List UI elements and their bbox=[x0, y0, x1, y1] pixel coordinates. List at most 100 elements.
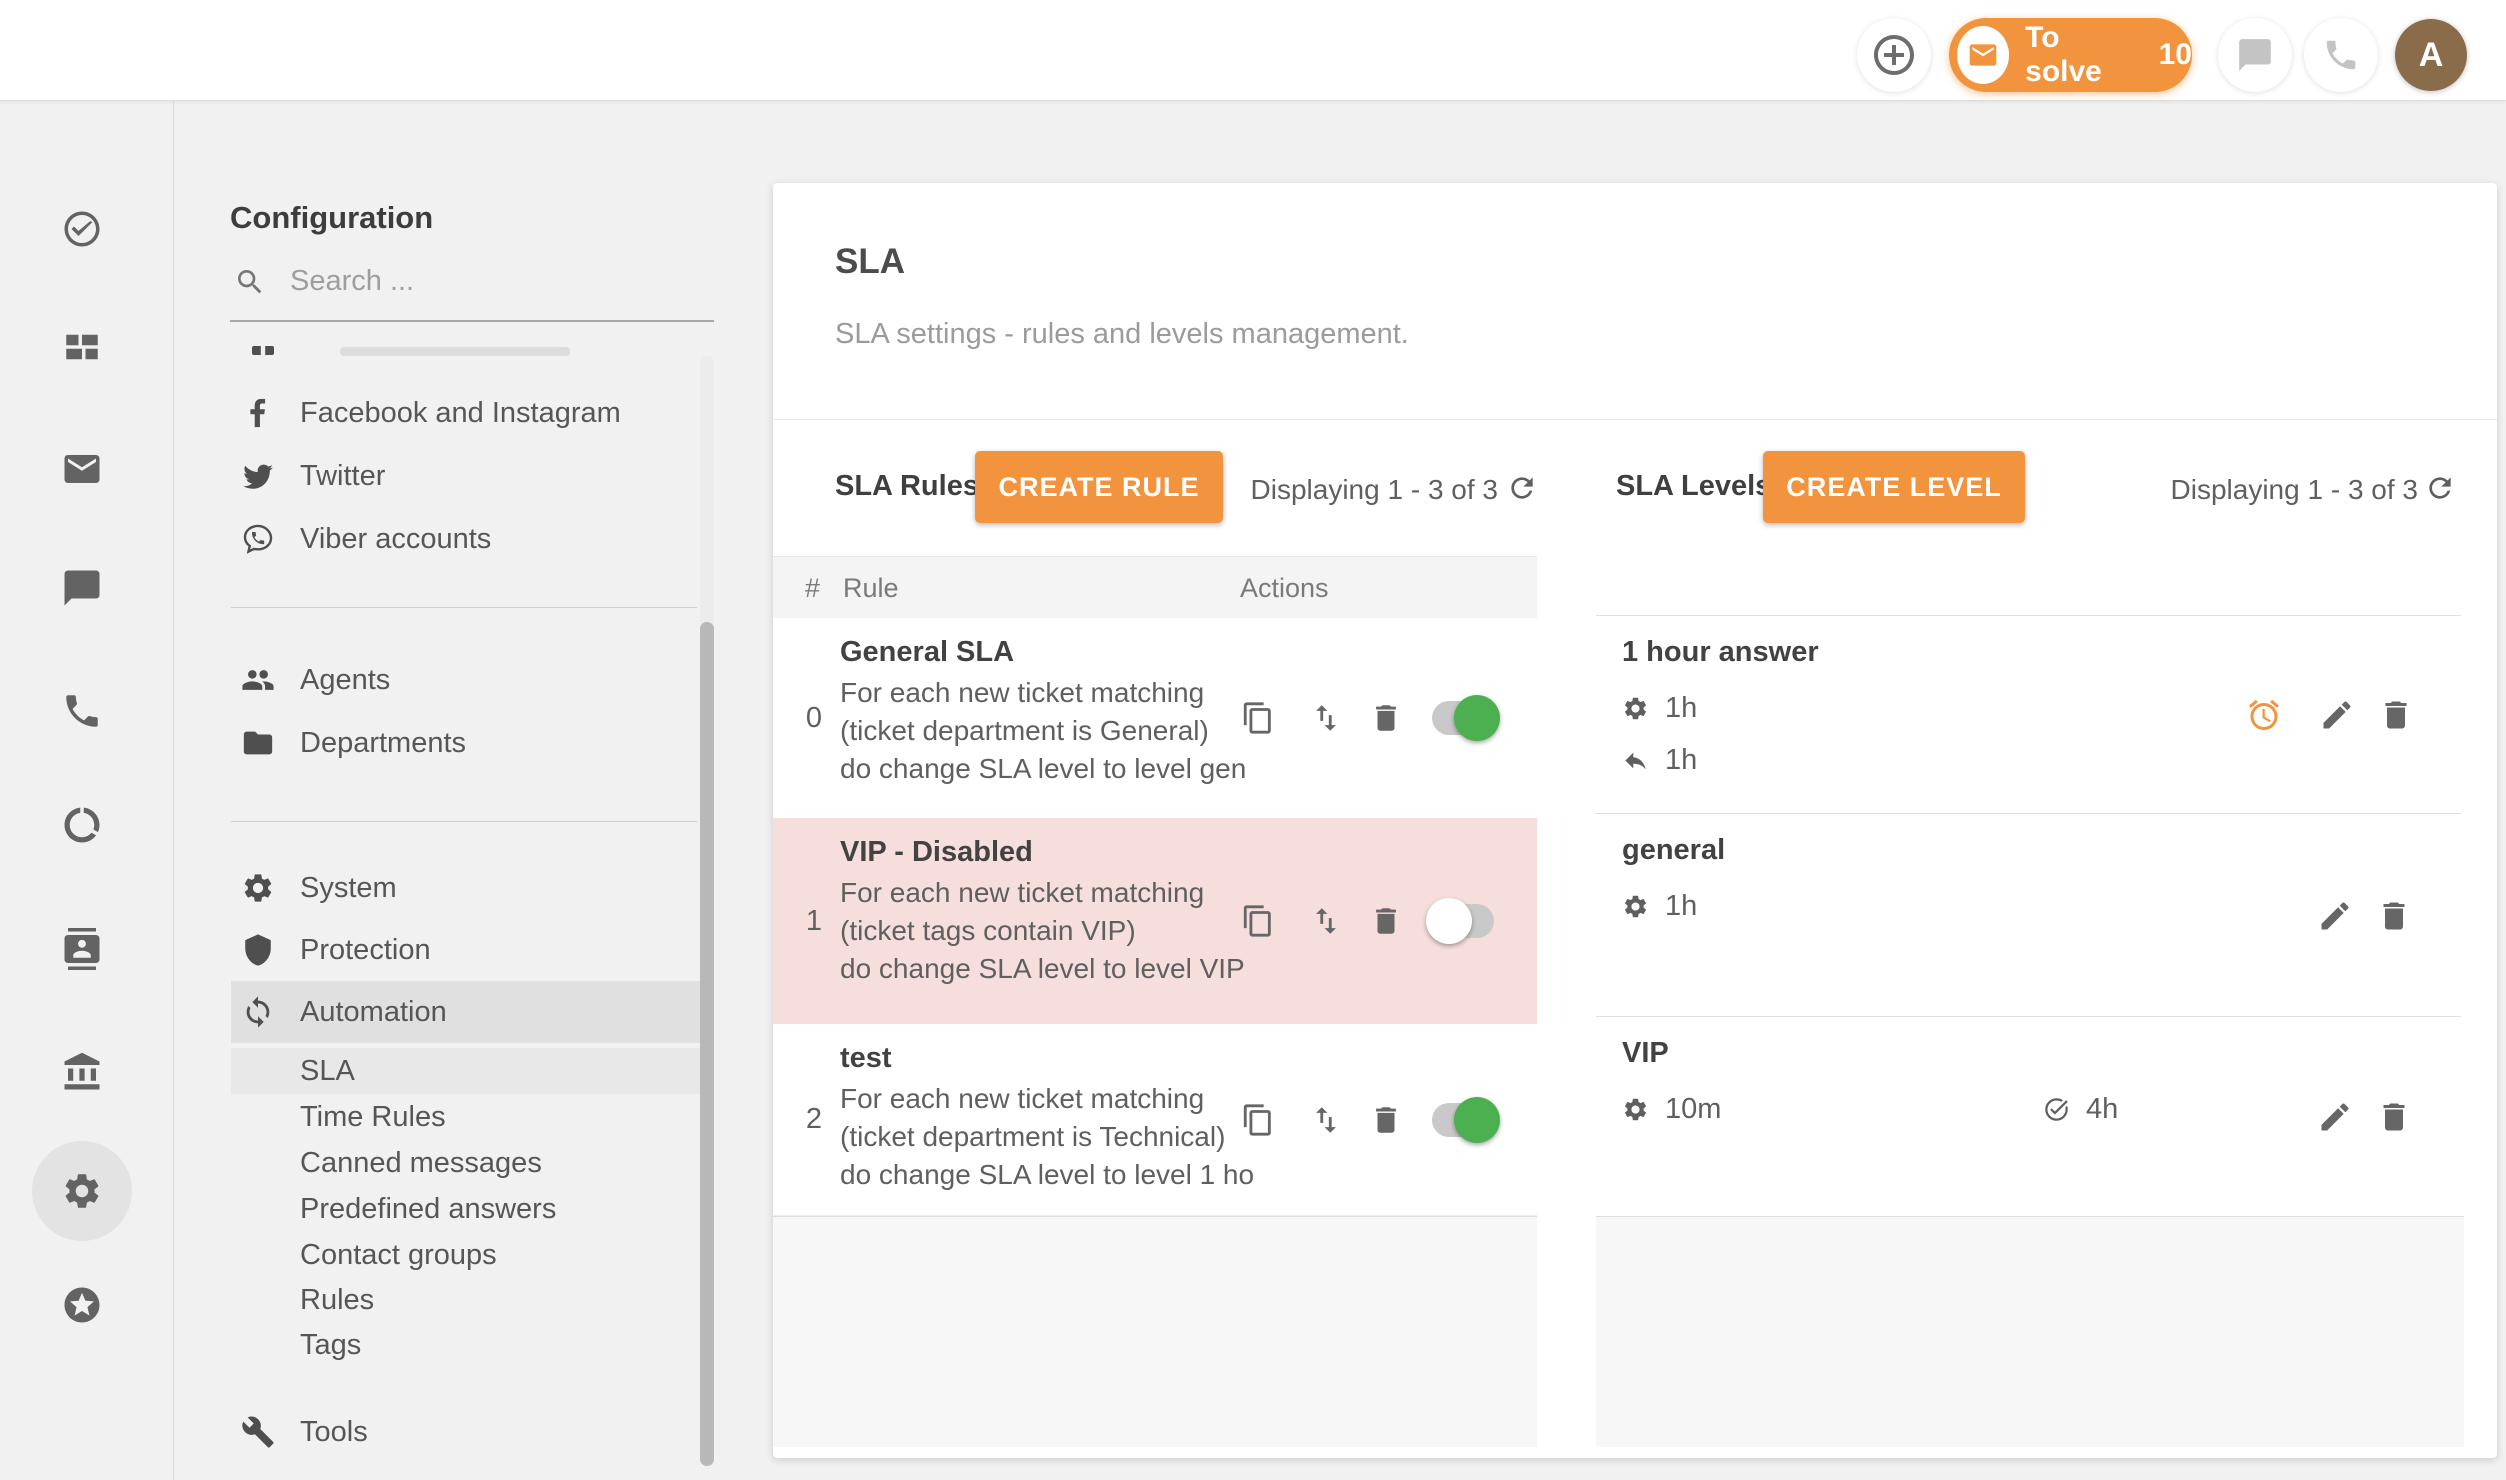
rail-item-phone[interactable] bbox=[32, 661, 132, 761]
rule-copy-button[interactable] bbox=[1241, 1103, 1275, 1137]
sidebar-item-contact-groups[interactable]: Contact groups bbox=[231, 1232, 700, 1278]
rail-item-contacts[interactable] bbox=[32, 899, 132, 999]
sidebar-item-tags[interactable]: Tags bbox=[231, 1322, 700, 1368]
rule-enabled-toggle[interactable] bbox=[1432, 904, 1494, 938]
level-edit-button[interactable] bbox=[2317, 898, 2353, 934]
rule-row[interactable]: 0General SLAFor each new ticket matching… bbox=[773, 618, 1537, 819]
rail-item-stars[interactable] bbox=[32, 1255, 132, 1355]
rule-description-line: do change SLA level to level gen bbox=[840, 750, 1246, 788]
rail-item-check-circle[interactable] bbox=[32, 179, 132, 279]
sidebar-item-sla[interactable]: SLA bbox=[231, 1048, 700, 1094]
sidebar-item-protection[interactable]: Protection bbox=[231, 919, 700, 981]
sidebar-item-label: Canned messages bbox=[300, 1147, 542, 1180]
rule-copy-button[interactable] bbox=[1241, 904, 1275, 938]
sidebar-item-label: Predefined answers bbox=[300, 1193, 556, 1226]
column-rule: Rule bbox=[843, 557, 899, 619]
sidebar-item-tools[interactable]: Tools bbox=[231, 1401, 700, 1463]
phone-button[interactable] bbox=[2304, 18, 2378, 92]
clipped-menu-item bbox=[340, 347, 570, 356]
wrench-icon bbox=[241, 1415, 275, 1449]
sidebar-item-system[interactable]: System bbox=[231, 857, 700, 919]
sidebar-item-label: SLA bbox=[300, 1055, 355, 1088]
sidebar-item-twitter[interactable]: Twitter bbox=[231, 445, 700, 507]
level-delete-button[interactable] bbox=[2376, 1099, 2412, 1135]
avatar[interactable]: A bbox=[2395, 19, 2467, 91]
level-metric-value: 4h bbox=[2086, 1093, 2118, 1126]
rule-copy-button[interactable] bbox=[1241, 701, 1275, 735]
level-delete-button[interactable] bbox=[2376, 898, 2412, 934]
rule-delete-button[interactable] bbox=[1369, 904, 1403, 938]
add-button[interactable] bbox=[1857, 18, 1931, 92]
rail-item-bank[interactable] bbox=[32, 1022, 132, 1122]
column-num: # bbox=[805, 557, 820, 619]
create-level-button[interactable]: CREATE LEVEL bbox=[1763, 451, 2025, 523]
chat-bubble-icon bbox=[2236, 36, 2274, 74]
rail-item-email[interactable] bbox=[32, 419, 132, 519]
rail-item-dashboard[interactable] bbox=[32, 297, 132, 397]
sidebar-item-predefined-answers[interactable]: Predefined answers bbox=[231, 1186, 700, 1232]
rail-item-settings[interactable] bbox=[32, 1141, 132, 1241]
level-edit-button[interactable] bbox=[2319, 697, 2355, 733]
avatar-letter: A bbox=[2419, 36, 2444, 75]
rule-swap-button[interactable] bbox=[1309, 1103, 1343, 1137]
sidebar-item-label: Twitter bbox=[300, 460, 385, 493]
contacts-icon bbox=[61, 928, 103, 970]
sidebar-item-label: Viber accounts bbox=[300, 523, 491, 556]
folder-icon bbox=[241, 726, 275, 760]
rule-swap-button[interactable] bbox=[1309, 701, 1343, 735]
swap-icon bbox=[1309, 904, 1343, 938]
toggle-knob bbox=[1454, 695, 1500, 741]
rule-delete-button[interactable] bbox=[1369, 1103, 1403, 1137]
rule-row[interactable]: 1VIP - DisabledFor each new ticket match… bbox=[773, 818, 1537, 1025]
delete-icon bbox=[1369, 701, 1403, 735]
clipped-menu-item-icon bbox=[252, 346, 274, 355]
sidebar-item-time-rules[interactable]: Time Rules bbox=[231, 1094, 700, 1140]
sidebar-item-viber-accounts[interactable]: Viber accounts bbox=[231, 508, 700, 570]
level-edit-button[interactable] bbox=[2317, 1099, 2353, 1135]
sidebar-item-automation[interactable]: Automation bbox=[231, 981, 700, 1043]
gear-icon bbox=[1622, 1096, 1649, 1123]
sidebar-item-rules[interactable]: Rules bbox=[231, 1277, 700, 1323]
copy-icon bbox=[1241, 904, 1275, 938]
alarm-icon bbox=[2246, 697, 2282, 733]
level-metric-value: 1h bbox=[1665, 744, 1697, 777]
levels-refresh-icon[interactable] bbox=[2424, 472, 2456, 504]
to-solve-button[interactable]: To solve 10 bbox=[1949, 18, 2192, 92]
sidebar-item-departments[interactable]: Departments bbox=[231, 712, 700, 774]
sidebar-item-facebook-and-instagram[interactable]: Facebook and Instagram bbox=[231, 382, 700, 444]
rule-swap-button[interactable] bbox=[1309, 904, 1343, 938]
sidebar-item-canned-messages[interactable]: Canned messages bbox=[231, 1140, 700, 1186]
rule-enabled-toggle[interactable] bbox=[1432, 1103, 1494, 1137]
rules-refresh-icon[interactable] bbox=[1506, 472, 1538, 504]
settings-icon bbox=[61, 1170, 103, 1212]
rule-row[interactable]: 2testFor each new ticket matching(ticket… bbox=[773, 1024, 1537, 1216]
envelope-icon bbox=[1967, 39, 1999, 71]
sync-icon bbox=[241, 995, 275, 1029]
rule-title: VIP - Disabled bbox=[840, 830, 1245, 874]
search-input[interactable] bbox=[288, 258, 672, 304]
level-metric-value: 1h bbox=[1665, 890, 1697, 923]
sidebar-item-label: Protection bbox=[300, 934, 431, 967]
rail-item-data-usage[interactable] bbox=[32, 775, 132, 875]
page-subtitle: SLA settings - rules and levels manageme… bbox=[835, 318, 1409, 351]
stars-icon bbox=[61, 1284, 103, 1326]
chat-button[interactable] bbox=[2218, 18, 2292, 92]
level-row[interactable]: 1 hour answer1h1h bbox=[1596, 615, 2461, 814]
sidebar-scrollbar-thumb[interactable] bbox=[700, 622, 714, 1466]
copy-icon bbox=[1241, 701, 1275, 735]
to-solve-count: 10 bbox=[2159, 38, 2192, 72]
level-alarm-button[interactable] bbox=[2246, 697, 2282, 733]
edit-icon bbox=[2317, 1099, 2353, 1135]
level-title: VIP bbox=[1622, 1031, 1669, 1075]
rail-item-chat-bubble[interactable] bbox=[32, 538, 132, 638]
level-row[interactable]: general1h bbox=[1596, 813, 2461, 1017]
level-metric-value: 1h bbox=[1665, 692, 1697, 725]
create-rule-button[interactable]: CREATE RULE bbox=[975, 451, 1223, 523]
level-row[interactable]: VIP10m4h bbox=[1596, 1016, 2461, 1217]
level-delete-button[interactable] bbox=[2378, 697, 2414, 733]
rule-delete-button[interactable] bbox=[1369, 701, 1403, 735]
delete-icon bbox=[2376, 898, 2412, 934]
reply-icon bbox=[1622, 747, 1649, 774]
sidebar-item-agents[interactable]: Agents bbox=[231, 649, 700, 711]
rule-enabled-toggle[interactable] bbox=[1432, 701, 1494, 735]
